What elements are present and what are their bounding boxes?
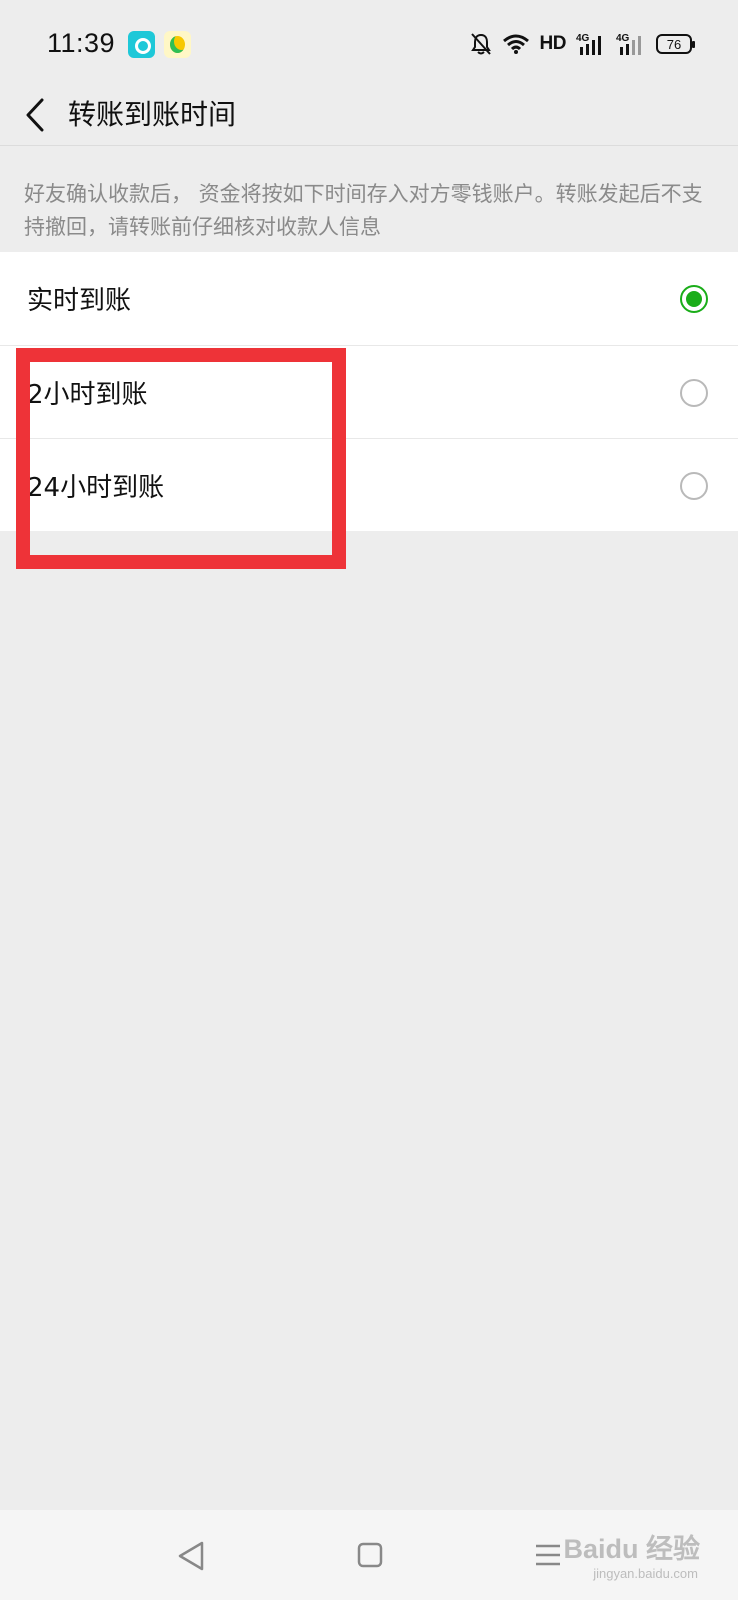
battery-icon: 76 [656, 34, 695, 54]
wifi-icon [502, 33, 530, 55]
notice-text: 好友确认收款后， 资金将按如下时间存入对方零钱账户。转账发起后不支持撤回，请转账… [24, 182, 703, 239]
arrival-time-options: 实时到账 2小时到账 24小时到账 [0, 252, 738, 531]
signal-4g-icon: 4G [616, 31, 646, 57]
header-divider [0, 145, 738, 146]
system-home-icon[interactable] [356, 1540, 384, 1574]
option-2-hours[interactable]: 2小时到账 [0, 345, 738, 438]
music-app-icon [164, 31, 191, 58]
mute-bell-icon [470, 32, 492, 56]
network-label-1: 4G [576, 33, 590, 44]
status-time: 11:39 [47, 28, 116, 58]
watermark-logo: Baidu 经验 [563, 1534, 700, 1564]
radio-unselected-icon[interactable] [680, 379, 708, 407]
signal-4g-icon: 4G [576, 31, 606, 57]
hd-label: HD [539, 33, 567, 54]
option-label: 2小时到账 [27, 379, 148, 410]
system-menu-icon[interactable] [533, 1540, 563, 1574]
header: 转账到账时间 [0, 86, 738, 146]
option-label: 实时到账 [27, 286, 132, 316]
tv-app-icon [128, 31, 155, 58]
system-back-icon[interactable] [176, 1540, 206, 1576]
watermark-url: jingyan.baidu.com [593, 1566, 698, 1581]
option-24-hours[interactable]: 24小时到账 [0, 438, 738, 531]
option-realtime[interactable]: 实时到账 [0, 252, 738, 345]
radio-unselected-icon[interactable] [680, 472, 708, 500]
page-title: 转账到账时间 [68, 98, 237, 131]
radio-selected-icon[interactable] [680, 285, 708, 313]
status-bar: 11:39 HD 4G 4G 76 [0, 0, 738, 86]
back-arrow-icon[interactable] [20, 94, 54, 138]
option-label: 24小时到账 [27, 472, 165, 503]
battery-level: 76 [666, 36, 682, 52]
network-label-2: 4G [616, 33, 630, 44]
screen: 11:39 HD 4G 4G 76 转账到账时间 好友确认收款后， 资金将按如下… [0, 0, 738, 1600]
status-indicators: HD 4G 4G 76 [470, 28, 695, 60]
